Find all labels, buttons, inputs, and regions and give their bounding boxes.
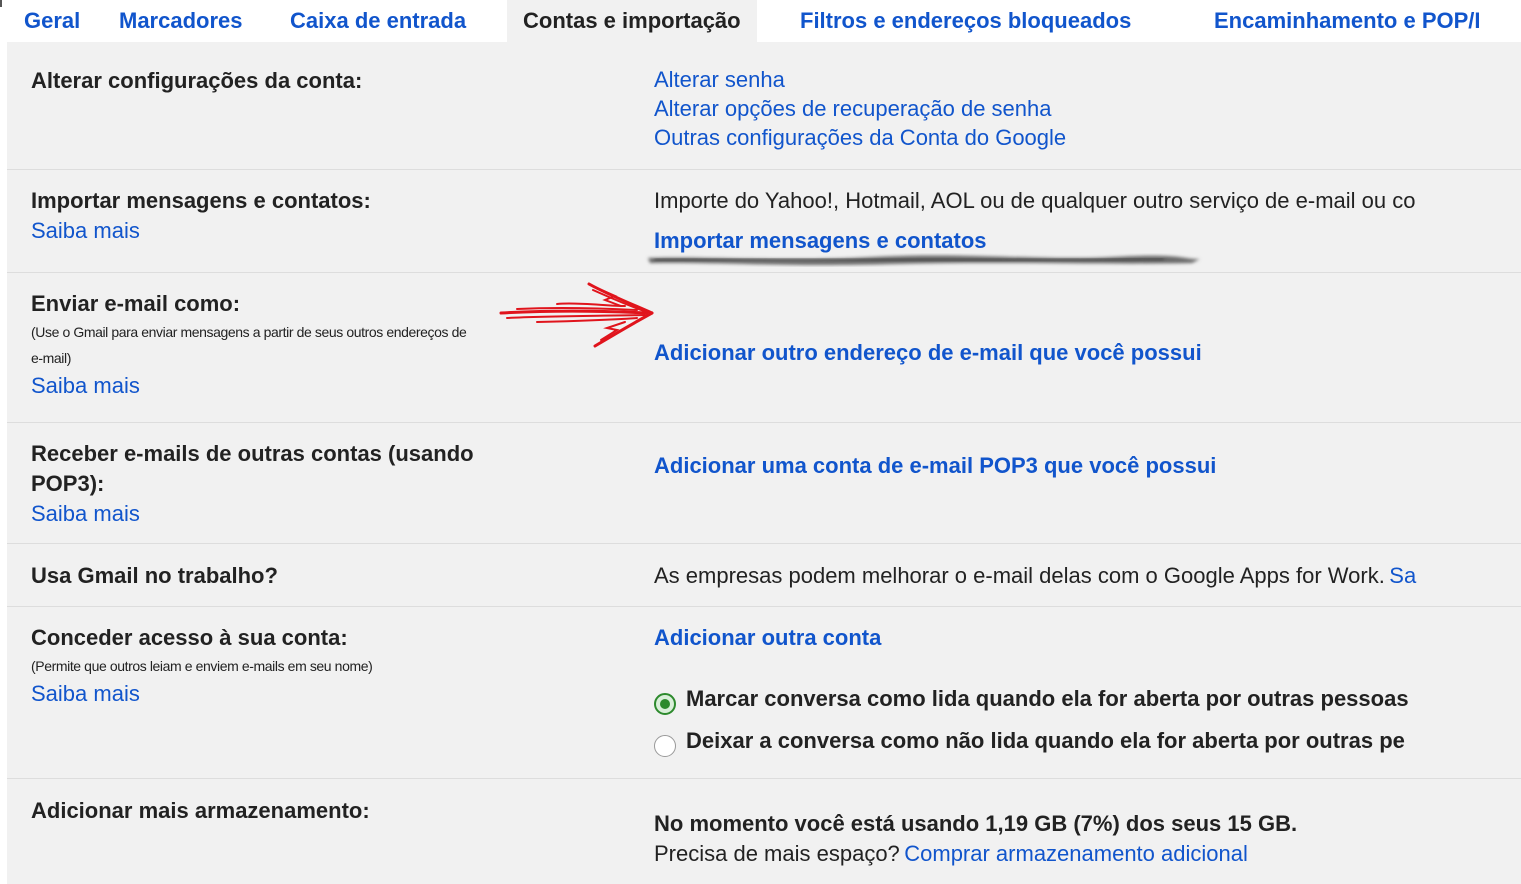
mark-read-label[interactable]: Marcar conversa como lida quando ela for… [686,686,1409,711]
import-description: Importe do Yahoo!, Hotmail, AOL ou de qu… [654,188,1416,213]
storage-usage: No momento você está usando 1,19 GB (7%)… [654,811,1298,836]
edge-mark [0,0,2,7]
google-account-settings-link[interactable]: Outras configurações da Conta do Google [654,123,1521,152]
tab-accounts-import[interactable]: Contas e importação [507,0,757,42]
pop3-learn-more-link[interactable]: Saiba mais [31,499,551,528]
change-recovery-link[interactable]: Alterar opções de recuperação de senha [654,94,1521,123]
keep-unread-option[interactable]: Deixar a conversa como não lida quando e… [654,720,1521,762]
import-label: Importar mensagens e contatos: [31,188,371,213]
account-settings-label: Alterar configurações da conta: [31,68,363,93]
buy-storage-link[interactable]: Comprar armazenamento adicional [904,841,1248,866]
settings-tabs: Geral Marcadores Caixa de entrada Contas… [0,0,1521,42]
tab-labels[interactable]: Marcadores [119,0,243,42]
add-pop3-account-link[interactable]: Adicionar uma conta de e-mail POP3 que v… [654,451,1521,481]
tab-filters-blocked[interactable]: Filtros e endereços bloqueados [800,0,1131,42]
grant-access-label: Conceder acesso à sua conta: [31,625,348,650]
annotation-arrow-icon [499,282,654,348]
row-send-as: Enviar e-mail como: (Use o Gmail para en… [7,272,1521,423]
grant-access-note: (Permite que outros leiam e enviem e-mai… [31,658,373,674]
mark-read-radio[interactable] [654,693,676,716]
tab-general[interactable]: Geral [24,0,80,42]
storage-question: Precisa de mais espaço? [654,841,900,866]
pop3-label: Receber e-mails de outras contas (usando… [31,441,474,496]
settings-panel: Alterar configurações da conta: Alterar … [7,42,1521,884]
import-learn-more-link[interactable]: Saiba mais [31,216,591,245]
row-grant-access: Conceder acesso à sua conta: (Permite qu… [7,606,1521,779]
row-storage: Adicionar mais armazenamento: No momento… [7,778,1521,884]
tab-forwarding-pop[interactable]: Encaminhamento e POP/I [1214,0,1481,42]
row-pop3: Receber e-mails de outras contas (usando… [7,422,1521,544]
import-messages-link[interactable]: Importar mensagens e contatos [654,226,1521,256]
add-another-account-link[interactable]: Adicionar outra conta [654,623,1521,653]
row-work: Usa Gmail no trabalho? As empresas podem… [7,543,1521,607]
keep-unread-radio[interactable] [654,735,676,758]
row-account-settings: Alterar configurações da conta: Alterar … [7,42,1521,169]
mark-read-option[interactable]: Marcar conversa como lida quando ela for… [654,678,1521,720]
grant-access-learn-more-link[interactable]: Saiba mais [31,679,591,708]
change-password-link[interactable]: Alterar senha [654,65,1521,94]
tab-inbox[interactable]: Caixa de entrada [290,0,466,42]
storage-label: Adicionar mais armazenamento: [31,798,370,823]
gmail-settings-page: Geral Marcadores Caixa de entrada Contas… [0,0,1521,884]
keep-unread-label[interactable]: Deixar a conversa como não lida quando e… [686,728,1405,753]
send-as-learn-more-link[interactable]: Saiba mais [31,371,591,400]
work-learn-more-link[interactable]: Sa [1389,563,1416,588]
work-description: As empresas podem melhorar o e-mail dela… [654,563,1385,588]
work-label: Usa Gmail no trabalho? [31,563,278,588]
redacted-email-scribble [648,255,1200,265]
add-email-address-link[interactable]: Adicionar outro endereço de e-mail que v… [654,338,1521,368]
